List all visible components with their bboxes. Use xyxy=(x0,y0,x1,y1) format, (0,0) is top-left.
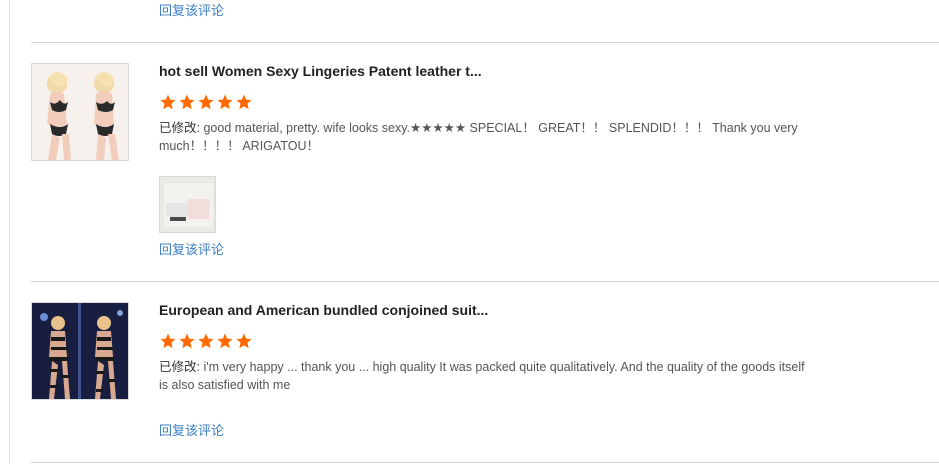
review-photo-thumbnail[interactable] xyxy=(159,176,216,233)
review-divider xyxy=(31,42,939,43)
product-thumbnail[interactable] xyxy=(31,302,129,400)
edited-tag: 已修改: xyxy=(159,121,200,135)
star-icon xyxy=(198,94,214,110)
reply-comment-link[interactable]: 回复该评论 xyxy=(159,242,224,258)
product-title-link[interactable]: European and American bundled conjoined … xyxy=(159,301,488,319)
product-title-link[interactable]: hot sell Women Sexy Lingeries Patent lea… xyxy=(159,62,482,80)
left-border-line xyxy=(9,0,10,464)
reply-comment-link[interactable]: 回复该评论 xyxy=(159,423,224,439)
star-icon xyxy=(179,333,195,349)
review-divider xyxy=(31,462,939,463)
review-body: good material, pretty. wife looks sexy.★… xyxy=(159,121,798,153)
star-icon xyxy=(236,94,252,110)
review-text: 已修改: i'm very happy ... thank you ... hi… xyxy=(159,358,805,394)
review-divider xyxy=(31,281,939,282)
product-image-lingerie xyxy=(32,64,128,160)
star-rating xyxy=(159,93,253,111)
product-image-bundled-suit xyxy=(32,303,128,399)
star-icon xyxy=(160,333,176,349)
review-text: 已修改: good material, pretty. wife looks s… xyxy=(159,119,805,155)
star-icon xyxy=(160,94,176,110)
star-icon xyxy=(217,94,233,110)
review-photo-image xyxy=(160,177,215,232)
reply-comment-link[interactable]: 回复该评论 xyxy=(159,3,224,19)
review-body: i'm very happy ... thank you ... high qu… xyxy=(159,360,805,392)
product-thumbnail[interactable] xyxy=(31,63,129,161)
edited-tag: 已修改: xyxy=(159,360,200,374)
star-rating xyxy=(159,332,253,350)
star-icon xyxy=(217,333,233,349)
star-icon xyxy=(236,333,252,349)
star-icon xyxy=(179,94,195,110)
star-icon xyxy=(198,333,214,349)
